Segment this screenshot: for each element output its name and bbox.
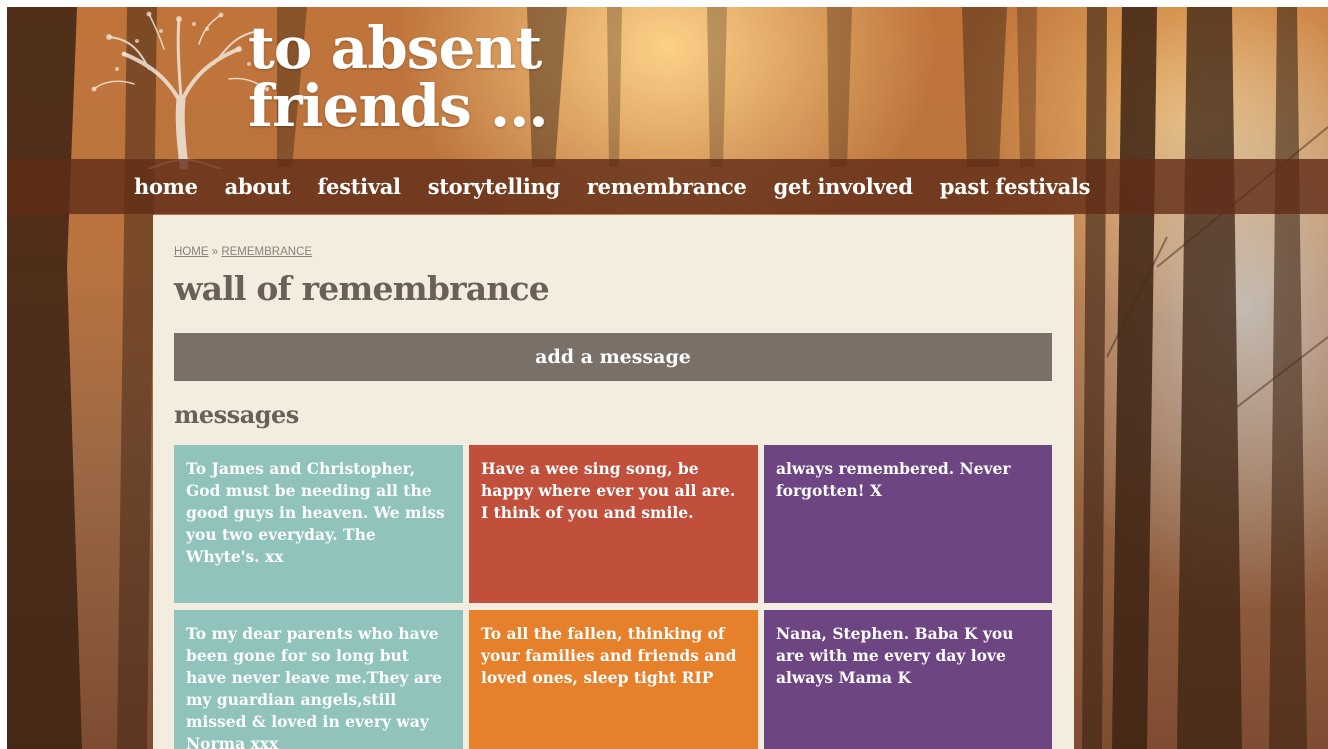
- nav-item-remembrance[interactable]: remembrance: [587, 174, 747, 199]
- site-title[interactable]: to absent friends ...: [248, 19, 608, 135]
- nav-item-past-festivals[interactable]: past festivals: [940, 174, 1091, 199]
- messages-heading: messages: [174, 400, 299, 429]
- main-navigation: home about festival storytelling remembr…: [7, 159, 1328, 214]
- page-frame: to absent friends ... home about festiva…: [7, 7, 1328, 749]
- message-card[interactable]: To my dear parents who have been gone fo…: [174, 610, 463, 749]
- message-card[interactable]: always remembered. Never forgotten! X: [764, 445, 1052, 603]
- tree-logo-icon[interactable]: [89, 9, 269, 169]
- message-card[interactable]: Nana, Stephen. Baba K you are with me ev…: [764, 610, 1052, 749]
- breadcrumb: HOME » REMEMBRANCE: [174, 246, 312, 258]
- page-title: wall of remembrance: [174, 269, 550, 308]
- message-card[interactable]: Have a wee sing song, be happy where eve…: [469, 445, 758, 603]
- nav-item-festival[interactable]: festival: [317, 174, 401, 199]
- site-title-line-2[interactable]: friends ...: [248, 72, 549, 140]
- add-message-button[interactable]: add a message: [174, 333, 1052, 381]
- breadcrumb-current-link[interactable]: REMEMBRANCE: [221, 246, 312, 258]
- nav-item-get-involved[interactable]: get involved: [774, 174, 913, 199]
- breadcrumb-separator: »: [211, 246, 219, 258]
- message-card[interactable]: To James and Christopher, God must be ne…: [174, 445, 463, 603]
- nav-item-about[interactable]: about: [225, 174, 291, 199]
- messages-grid: To James and Christopher, God must be ne…: [174, 445, 1054, 749]
- main-content: HOME » REMEMBRANCE wall of remembrance a…: [153, 215, 1074, 749]
- breadcrumb-home-link[interactable]: HOME: [174, 246, 209, 258]
- message-card[interactable]: To all the fallen, thinking of your fami…: [469, 610, 758, 749]
- nav-list: home about festival storytelling remembr…: [134, 159, 1117, 214]
- nav-item-storytelling[interactable]: storytelling: [428, 174, 560, 199]
- nav-item-home[interactable]: home: [134, 174, 198, 199]
